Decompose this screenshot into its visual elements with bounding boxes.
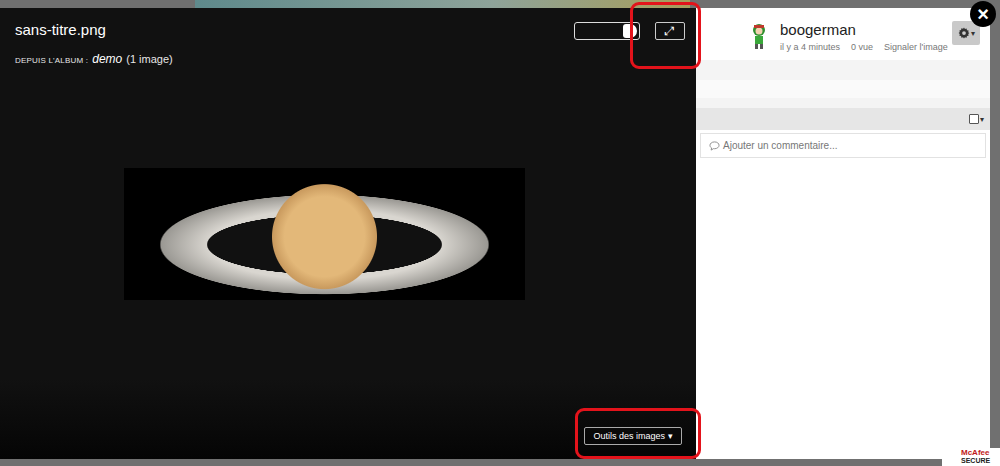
badge-brand: McAfee — [961, 449, 1000, 457]
stage-footer: Outils des images▾ — [0, 379, 696, 459]
author-name[interactable]: boogerman — [780, 21, 948, 39]
sidebar: boogerman il y a 4 minutes 0 vue Signaler l… — [696, 8, 990, 459]
author-block: boogerman il y a 4 minutes 0 vue Signaler l… — [780, 21, 948, 52]
info-band — [696, 60, 990, 108]
background-page — [0, 0, 1000, 8]
badge-label: SECURE — [961, 457, 1000, 465]
image-meta: il y a 4 minutes 0 vue Signaler l'image — [780, 42, 948, 52]
image-tools-button[interactable]: Outils des images▾ — [584, 427, 682, 445]
info-stripe — [696, 80, 990, 98]
expand-button[interactable]: ⤢ — [655, 22, 685, 40]
comment-toolbar: ▾ — [696, 108, 990, 130]
comment-input[interactable]: Ajouter un commentaire... — [700, 133, 986, 158]
highlight-box — [630, 2, 701, 69]
speech-bubble-icon — [709, 141, 720, 151]
image-title: sans-titre.png — [15, 21, 173, 39]
gear-icon — [958, 27, 970, 39]
tools-label: Outils des images — [593, 431, 665, 441]
album-link[interactable]: demo — [92, 52, 122, 66]
avatar-icon[interactable] — [748, 22, 770, 50]
author-header: boogerman il y a 4 minutes 0 vue Signaler l… — [696, 8, 990, 60]
comment-placeholder: Ajouter un commentaire... — [723, 140, 838, 151]
album-label: DEPUIS L'ALBUM : — [15, 54, 88, 68]
page: sans-titre.png DEPUIS L'ALBUM : demo (1 ima… — [0, 0, 1000, 466]
background-banner — [195, 0, 690, 8]
photo — [124, 168, 525, 300]
image-area — [0, 88, 696, 379]
select-dropdown[interactable]: ▾ — [969, 114, 984, 124]
album-info: DEPUIS L'ALBUM : demo (1 image) — [15, 52, 173, 68]
caret-icon: ▾ — [980, 115, 984, 124]
mcafee-badge[interactable]: McAfeeSECURE — [942, 448, 1000, 466]
close-button[interactable]: × — [970, 1, 996, 27]
post-time: il y a 4 minutes — [780, 42, 840, 52]
highlight-box — [575, 408, 701, 459]
lightbox: sans-titre.png DEPUIS L'ALBUM : demo (1 ima… — [0, 8, 990, 459]
album-count: (1 image) — [126, 52, 172, 66]
title-block: sans-titre.png DEPUIS L'ALBUM : demo (1 ima… — [15, 21, 173, 68]
stage-header: sans-titre.png DEPUIS L'ALBUM : demo (1 ima… — [0, 8, 696, 88]
checkbox — [969, 114, 979, 124]
image-stage: sans-titre.png DEPUIS L'ALBUM : demo (1 ima… — [0, 8, 696, 459]
report-link[interactable]: Signaler l'image — [884, 42, 948, 52]
caret-icon: ▾ — [971, 29, 975, 38]
caret-icon: ▾ — [668, 431, 673, 441]
view-count: 0 vue — [851, 42, 873, 52]
